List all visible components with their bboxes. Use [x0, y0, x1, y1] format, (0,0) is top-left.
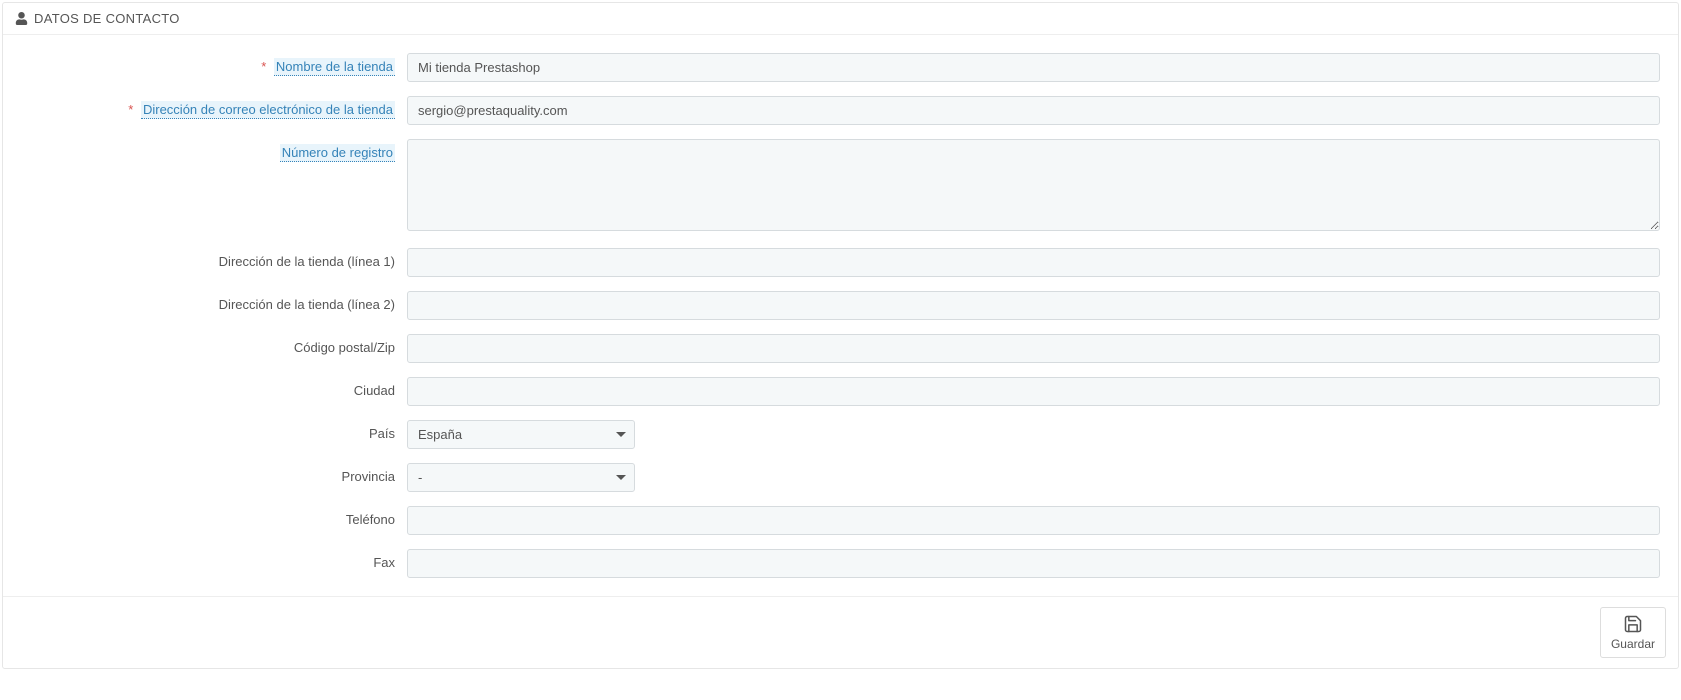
- label-registration-number: Número de registro: [15, 139, 407, 160]
- input-postcode[interactable]: [407, 334, 1660, 363]
- field-fax: Fax: [15, 549, 1666, 578]
- label-phone: Teléfono: [15, 506, 407, 527]
- panel-heading: DATOS DE CONTACTO: [3, 3, 1678, 35]
- field-address2: Dirección de la tienda (línea 2): [15, 291, 1666, 320]
- input-fax[interactable]: [407, 549, 1660, 578]
- input-registration-number[interactable]: [407, 139, 1660, 231]
- label-city: Ciudad: [15, 377, 407, 398]
- field-city: Ciudad: [15, 377, 1666, 406]
- label-address2: Dirección de la tienda (línea 2): [15, 291, 407, 312]
- input-shop-email[interactable]: [407, 96, 1660, 125]
- input-shop-name[interactable]: [407, 53, 1660, 82]
- panel-body: * Nombre de la tienda * Dirección de cor…: [3, 35, 1678, 596]
- field-registration-number: Número de registro: [15, 139, 1666, 234]
- field-phone: Teléfono: [15, 506, 1666, 535]
- input-address2[interactable]: [407, 291, 1660, 320]
- label-fax: Fax: [15, 549, 407, 570]
- field-shop-name: * Nombre de la tienda: [15, 53, 1666, 82]
- user-icon: [15, 12, 28, 25]
- label-shop-email: * Dirección de correo electrónico de la …: [15, 96, 407, 117]
- input-phone[interactable]: [407, 506, 1660, 535]
- save-button-label: Guardar: [1611, 637, 1655, 651]
- panel-footer: Guardar: [3, 596, 1678, 668]
- label-shop-name: * Nombre de la tienda: [15, 53, 407, 74]
- label-state: Provincia: [15, 463, 407, 484]
- label-address1: Dirección de la tienda (línea 1): [15, 248, 407, 269]
- save-icon: [1623, 614, 1643, 634]
- label-country: País: [15, 420, 407, 441]
- required-indicator: *: [128, 102, 133, 117]
- panel-title: DATOS DE CONTACTO: [34, 11, 180, 26]
- contact-details-panel: DATOS DE CONTACTO * Nombre de la tienda …: [2, 2, 1679, 669]
- label-postcode: Código postal/Zip: [15, 334, 407, 355]
- input-city[interactable]: [407, 377, 1660, 406]
- select-state[interactable]: -: [407, 463, 635, 492]
- save-button[interactable]: Guardar: [1600, 607, 1666, 658]
- input-address1[interactable]: [407, 248, 1660, 277]
- field-shop-email: * Dirección de correo electrónico de la …: [15, 96, 1666, 125]
- field-country: País España: [15, 420, 1666, 449]
- field-postcode: Código postal/Zip: [15, 334, 1666, 363]
- field-address1: Dirección de la tienda (línea 1): [15, 248, 1666, 277]
- field-state: Provincia -: [15, 463, 1666, 492]
- select-country[interactable]: España: [407, 420, 635, 449]
- required-indicator: *: [261, 59, 266, 74]
